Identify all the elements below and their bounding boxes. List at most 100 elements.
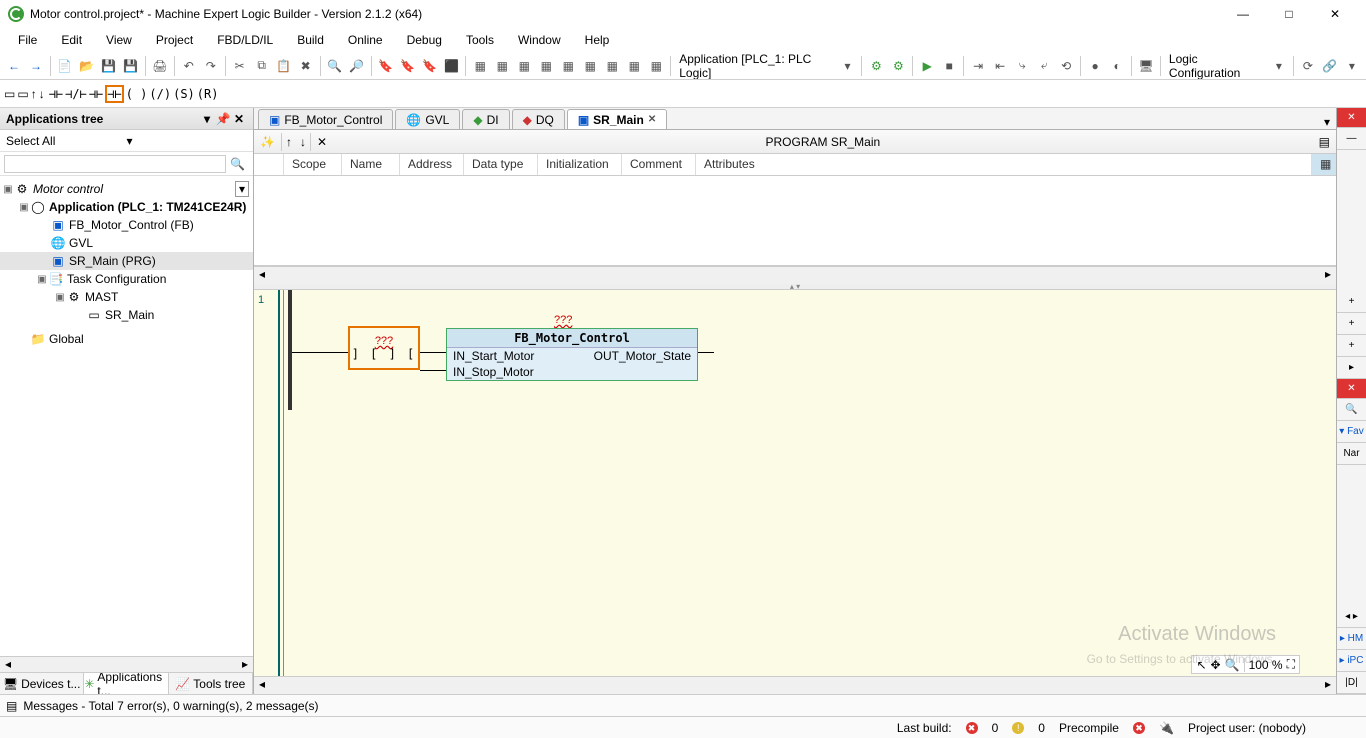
ld-down-icon[interactable]: ↓ (39, 87, 45, 101)
ladder-editor[interactable]: 1 ??? ] [ ] [ ??? FB_Motor_Control IN_St… (254, 290, 1336, 676)
nav-fwd-icon[interactable]: → (26, 55, 46, 77)
right-panel-side[interactable]: ▸ (1337, 357, 1366, 379)
step1-icon[interactable]: ⇥ (968, 55, 988, 77)
step2-icon[interactable]: ⇤ (990, 55, 1010, 77)
maximize-button[interactable]: □ (1266, 0, 1312, 28)
col-init[interactable]: Initialization (538, 154, 622, 175)
fb-output-state[interactable]: OUT_Motor_State (594, 349, 691, 363)
decl-view-icon[interactable]: ▤ (1313, 135, 1336, 149)
minimize-button[interactable]: — (1220, 0, 1266, 28)
tree-global[interactable]: 📁 Global (0, 330, 253, 348)
tab-applications-tree[interactable]: ✳Applications t... (84, 673, 168, 694)
right-panel-plus3[interactable]: + (1337, 335, 1366, 357)
ld-contact-nc-icon[interactable]: ⊣/⊢ (65, 87, 87, 101)
tree-mast-srmain[interactable]: ▭ SR_Main (0, 306, 253, 324)
right-panel-close-1[interactable]: ✕ (1337, 108, 1366, 128)
col-name[interactable]: Name (342, 154, 400, 175)
tree-search-icon[interactable]: 🔍 (226, 157, 249, 171)
cursor-icon[interactable]: ↖ (1196, 658, 1206, 672)
run-icon[interactable]: ▶ (917, 55, 937, 77)
right-panel-nar[interactable]: Nar (1337, 443, 1366, 465)
col-datatype[interactable]: Data type (464, 154, 538, 175)
tree-mast[interactable]: ▣ ⚙ MAST (0, 288, 253, 306)
menu-online[interactable]: Online (338, 31, 393, 49)
redo-icon[interactable]: ↷ (201, 55, 221, 77)
stop-icon[interactable]: ■ (939, 55, 959, 77)
fb-instance-placeholder[interactable]: ??? (554, 314, 572, 326)
menu-help[interactable]: Help (575, 31, 620, 49)
zoom-icon[interactable]: 🔍 (1225, 658, 1240, 672)
bookmark2-icon[interactable]: 🔖 (397, 55, 417, 77)
right-panel-search-icon[interactable]: 🔍 (1337, 399, 1366, 421)
panel-close-icon[interactable]: ✕ (231, 112, 247, 126)
expand-icon[interactable]: ▣ (18, 202, 30, 213)
bookmark3-icon[interactable]: 🔖 (419, 55, 439, 77)
cut-icon[interactable]: ✂ (230, 55, 250, 77)
right-panel-close-2[interactable]: ✕ (1337, 379, 1366, 399)
menu-project[interactable]: Project (146, 31, 203, 49)
tree-task-config[interactable]: ▣ 📑 Task Configuration (0, 270, 253, 288)
ladder-fb-block[interactable]: FB_Motor_Control IN_Start_Motor OUT_Moto… (446, 328, 698, 381)
step3-icon[interactable]: ⤷ (1012, 55, 1032, 77)
zoom-fit-icon[interactable]: ⛶ (1287, 657, 1295, 672)
menu-build[interactable]: Build (287, 31, 334, 49)
ladder-hscroll[interactable]: ◂ ▸ (254, 676, 1336, 694)
step5-icon[interactable]: ⟲ (1056, 55, 1076, 77)
fb-input-stop[interactable]: IN_Stop_Motor (453, 365, 534, 379)
ld-contact-parnc-icon[interactable]: ⊣⊢ (105, 85, 123, 103)
refresh-icon[interactable]: ⟳ (1298, 55, 1318, 77)
pan-icon[interactable]: ✥ (1211, 658, 1221, 672)
block8-icon[interactable]: ▦ (624, 55, 644, 77)
ld-coil-neg-icon[interactable]: (/) (149, 87, 171, 101)
bookmark4-icon[interactable]: ⬛ (441, 55, 461, 77)
tree-root[interactable]: ▣ ⚙ Motor control ▾ (0, 180, 253, 198)
right-panel-plus2[interactable]: + (1337, 313, 1366, 335)
block2-icon[interactable]: ▦ (492, 55, 512, 77)
decl-delete-icon[interactable]: ✕ (311, 135, 333, 149)
tab-list-dropdown-icon[interactable]: ▾ (1318, 115, 1336, 129)
decl-up-icon[interactable]: ↑ (282, 135, 296, 149)
panel-menu-icon[interactable]: ▾ (199, 112, 215, 126)
panel-pin-icon[interactable]: 📌 (215, 112, 231, 126)
file-tab-dq[interactable]: ◆DQ (512, 109, 565, 129)
var-table-body[interactable] (254, 176, 1336, 266)
contact-operand-placeholder[interactable]: ??? (375, 335, 393, 347)
print-icon[interactable]: 🖨 (150, 55, 170, 77)
tree-search-input[interactable] (4, 155, 226, 173)
messages-bar[interactable]: ▤ Messages - Total 7 error(s), 0 warning… (0, 694, 1366, 716)
new-icon[interactable]: 📄 (55, 55, 75, 77)
link-dropdown-icon[interactable]: ▾ (1342, 55, 1362, 77)
select-all-row[interactable]: Select All ▾ (0, 130, 253, 152)
col-attributes[interactable]: Attributes (696, 154, 1312, 175)
menu-view[interactable]: View (96, 31, 142, 49)
ld-up-icon[interactable]: ↑ (31, 87, 37, 101)
ld-network-icon[interactable]: ▭ (4, 87, 15, 101)
tree-root-collapse-icon[interactable]: ▾ (235, 181, 249, 197)
file-tab-fb-motor-control[interactable]: ▣FB_Motor_Control (258, 109, 393, 129)
login-icon[interactable]: ⚙ (866, 55, 886, 77)
menu-debug[interactable]: Debug (397, 31, 452, 49)
block9-icon[interactable]: ▦ (646, 55, 666, 77)
fb-input-start[interactable]: IN_Start_Motor (453, 349, 534, 363)
menu-window[interactable]: Window (508, 31, 571, 49)
select-all-dropdown-icon[interactable]: ▾ (127, 134, 248, 148)
undo-icon[interactable]: ↶ (179, 55, 199, 77)
col-comment[interactable]: Comment (622, 154, 696, 175)
decl-wand-icon[interactable]: ✨ (254, 135, 281, 149)
logic-config-dropdown-icon[interactable]: ▾ (1269, 55, 1289, 77)
nav-back-icon[interactable]: ← (4, 55, 24, 77)
block6-icon[interactable]: ▦ (580, 55, 600, 77)
file-tab-di[interactable]: ◆DI (462, 109, 509, 129)
step4-icon[interactable]: ⤶ (1034, 55, 1054, 77)
ld-coil-reset-icon[interactable]: (R) (197, 87, 219, 101)
file-tab-sr-main[interactable]: ▣SR_Main✕ (567, 109, 667, 129)
sidebar-hscroll[interactable]: ◂▸ (0, 656, 253, 672)
zoom-value[interactable]: 100 % (1244, 658, 1283, 672)
ld-branch-icon[interactable]: ▭ (17, 87, 28, 101)
tab-close-icon[interactable]: ✕ (648, 114, 656, 125)
menu-edit[interactable]: Edit (51, 31, 92, 49)
right-panel-hm[interactable]: ▸ HM (1337, 628, 1366, 650)
findnext-icon[interactable]: 🔎 (347, 55, 367, 77)
block5-icon[interactable]: ▦ (558, 55, 578, 77)
right-panel-lr[interactable]: ◂ ▸ (1337, 606, 1366, 628)
